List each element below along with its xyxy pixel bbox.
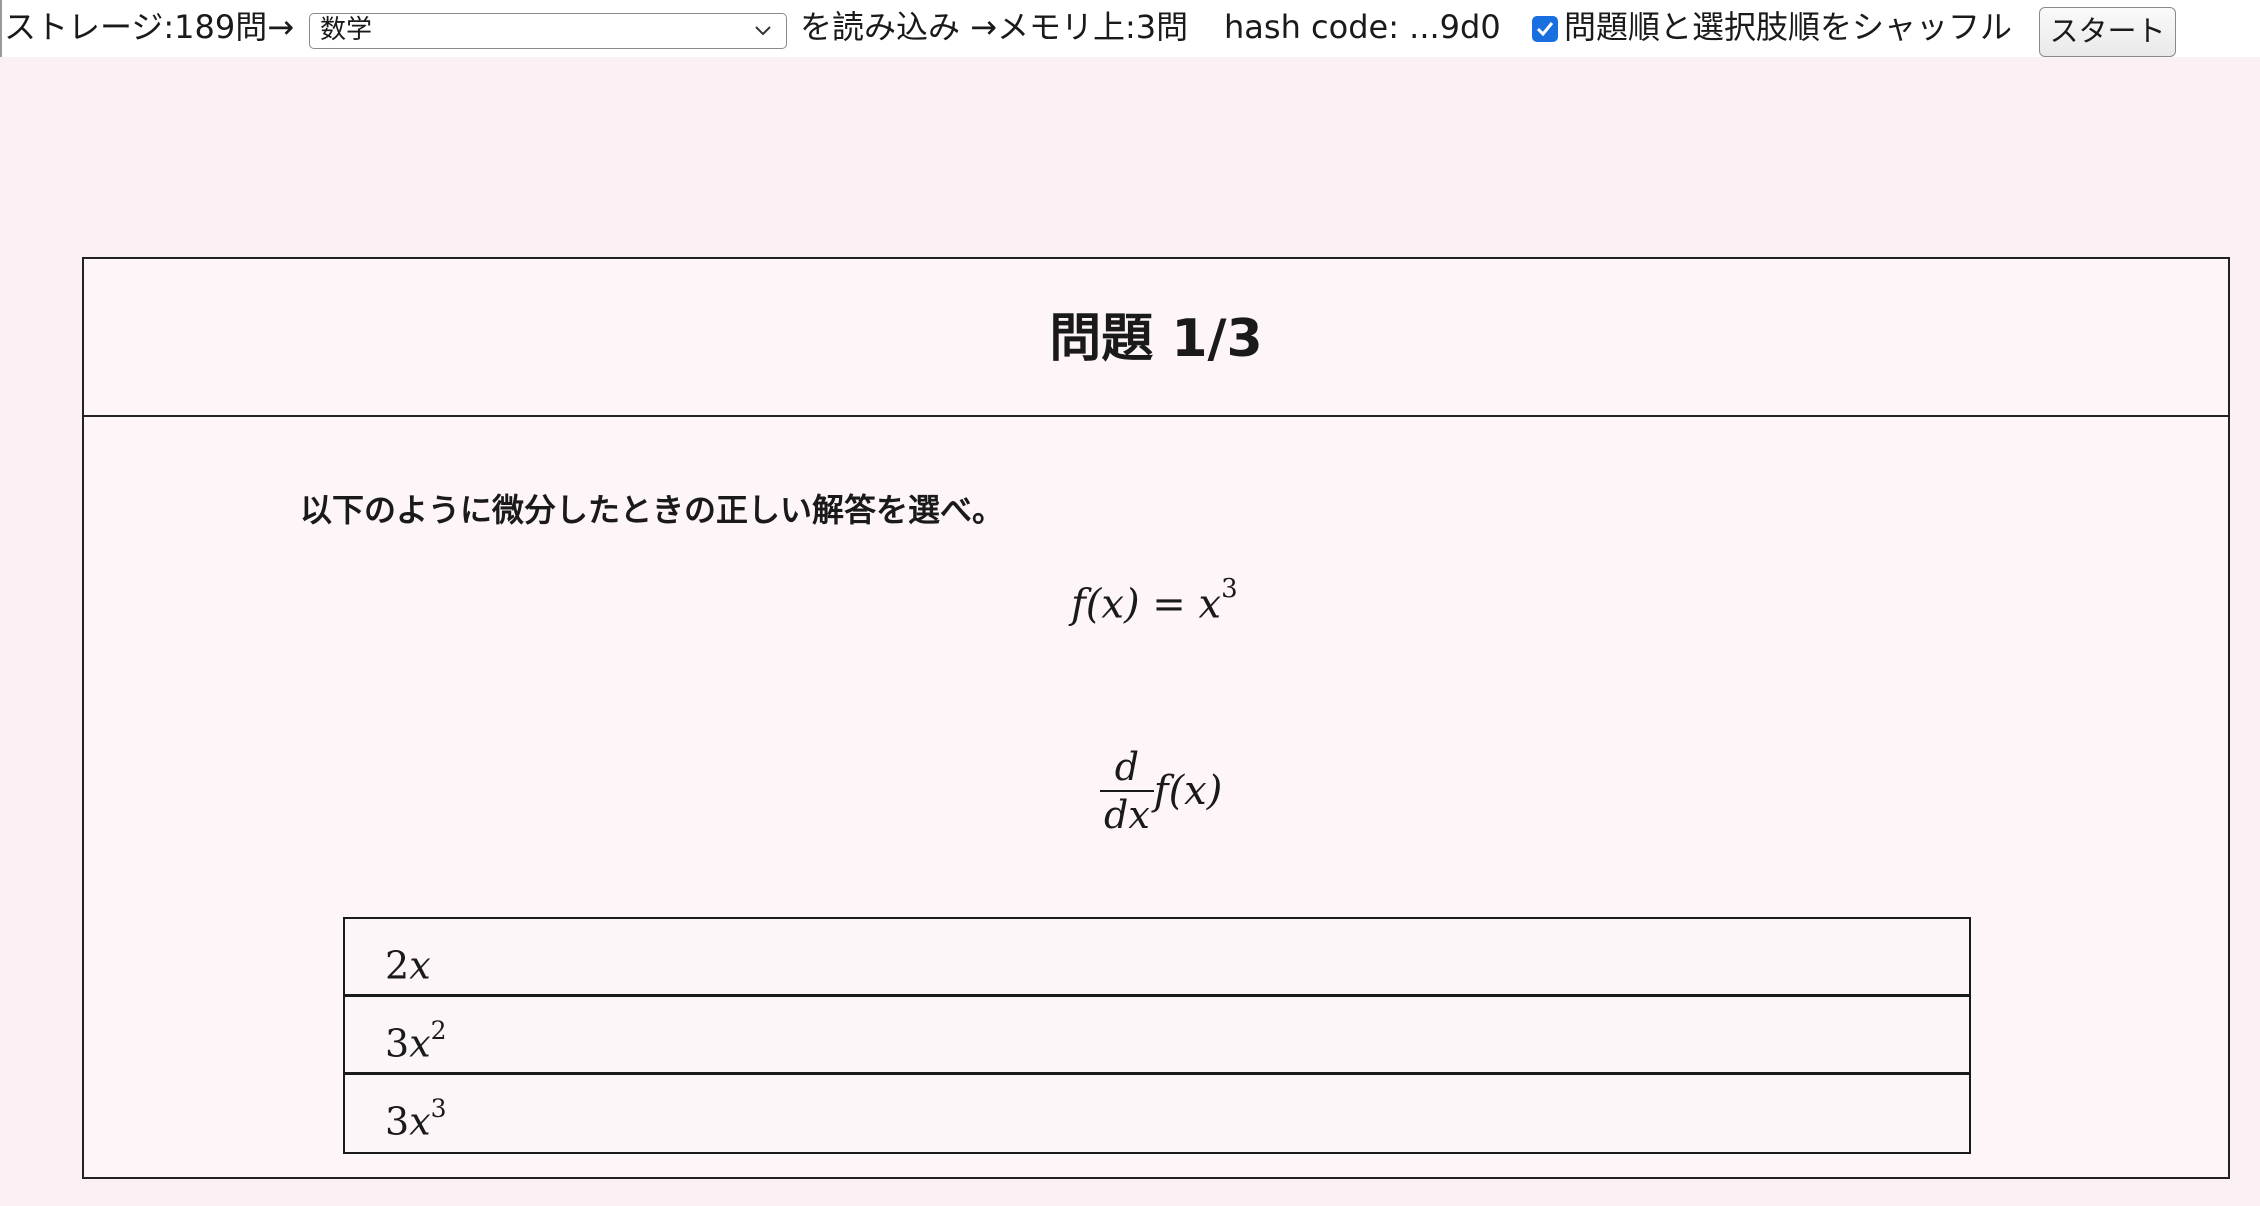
derivative-numerator: d: [1114, 745, 1140, 789]
choice-text: 2x: [385, 931, 431, 992]
shuffle-checkbox[interactable]: [1532, 16, 1558, 42]
choice-text: 3x2: [385, 1009, 447, 1070]
choice-variable: x: [409, 1099, 431, 1144]
storage-count-label: ストレージ:189問→: [4, 8, 295, 46]
answer-choice-2[interactable]: 3x2: [345, 997, 1969, 1075]
question-title: 問題 1/3: [1049, 309, 1263, 369]
answer-choices: 2x 3x2 3x3: [343, 917, 1971, 1154]
chevron-down-icon: [755, 26, 771, 36]
equation-function: f(x) = x: [1071, 581, 1222, 628]
subject-select[interactable]: 数学: [309, 13, 787, 49]
derivative-denominator: dx: [1100, 790, 1154, 838]
start-button[interactable]: スタート: [2039, 7, 2176, 57]
choice-variable: x: [409, 943, 431, 988]
equation-exponent: 3: [1221, 574, 1238, 604]
choice-exponent: 2: [430, 1016, 447, 1045]
choice-coefficient: 3: [385, 1099, 410, 1144]
question-instruction: 以下のように微分したときの正しい解答を選べ。: [300, 491, 1005, 529]
choice-coefficient: 3: [385, 1021, 410, 1066]
quiz-card-header: 問題 1/3: [84, 259, 2228, 417]
hash-code-label: hash code: ...9d0: [1224, 8, 1501, 46]
derivative-function: f(x): [1153, 768, 1223, 814]
check-icon: [1536, 22, 1554, 37]
shuffle-label[interactable]: 問題順と選択肢順をシャッフル: [1564, 7, 2012, 47]
top-toolbar: ストレージ:189問→ 数学 を読み込み →メモリ上:3問 hash code:…: [0, 0, 2260, 57]
choice-exponent: 3: [430, 1094, 447, 1123]
subject-select-value: 数学: [320, 15, 373, 45]
function-equation: f(x) = x3: [1071, 565, 1238, 634]
load-memory-label: を読み込み →メモリ上:3問: [800, 8, 1189, 46]
derivative-expression: d dx f(x): [1100, 744, 1222, 838]
answer-choice-1[interactable]: 2x: [345, 919, 1969, 997]
choice-variable: x: [409, 1021, 431, 1066]
derivative-fraction: d dx: [1100, 744, 1154, 838]
choice-coefficient: 2: [385, 943, 410, 988]
choice-text: 3x3: [385, 1087, 447, 1148]
quiz-card: 問題 1/3 以下のように微分したときの正しい解答を選べ。 f(x) = x3 …: [82, 257, 2230, 1179]
answer-choice-3[interactable]: 3x3: [345, 1075, 1969, 1154]
